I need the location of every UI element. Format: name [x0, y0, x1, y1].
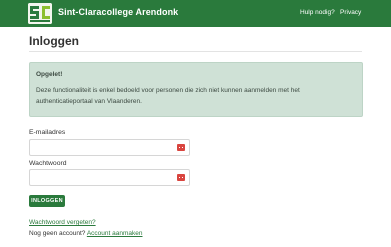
title-divider	[29, 51, 362, 52]
school-logo-graphic	[28, 3, 52, 24]
login-button[interactable]: INLOGGEN	[29, 195, 65, 207]
forgot-password-link[interactable]: Wachtwoord vergeten?	[29, 219, 96, 226]
alert-message: Deze functionaliteit is enkel bedoeld vo…	[36, 87, 300, 105]
email-field-wrapper	[29, 139, 190, 159]
create-account-row: Nog geen account? Account aanmaken	[29, 230, 143, 237]
school-name[interactable]: Sint-Claracollege Arendonk	[58, 7, 178, 17]
school-logo[interactable]	[28, 3, 52, 24]
password-field[interactable]	[30, 174, 178, 189]
create-account-link[interactable]: Account aanmaken	[87, 230, 143, 237]
password-field-wrapper	[29, 169, 190, 189]
alert-title: Opgelet!	[36, 71, 63, 78]
top-navbar: Sint-Claracollege Arendonk Hulp nodig? P…	[0, 0, 391, 27]
email-label: E-mailadres	[29, 129, 66, 136]
password-label: Wachtwoord	[29, 160, 67, 167]
nav-link-privacy[interactable]: Privacy	[340, 9, 361, 16]
no-account-text: Nog geen account?	[29, 230, 86, 237]
email-field[interactable]	[30, 144, 178, 159]
warning-alert: Opgelet! Deze functionaliteit is enkel b…	[29, 62, 363, 117]
page-title: Inloggen	[29, 34, 79, 48]
nav-link-help[interactable]: Hulp nodig?	[300, 9, 335, 16]
password-manager-icon[interactable]	[177, 144, 185, 151]
password-manager-icon[interactable]	[177, 174, 185, 181]
